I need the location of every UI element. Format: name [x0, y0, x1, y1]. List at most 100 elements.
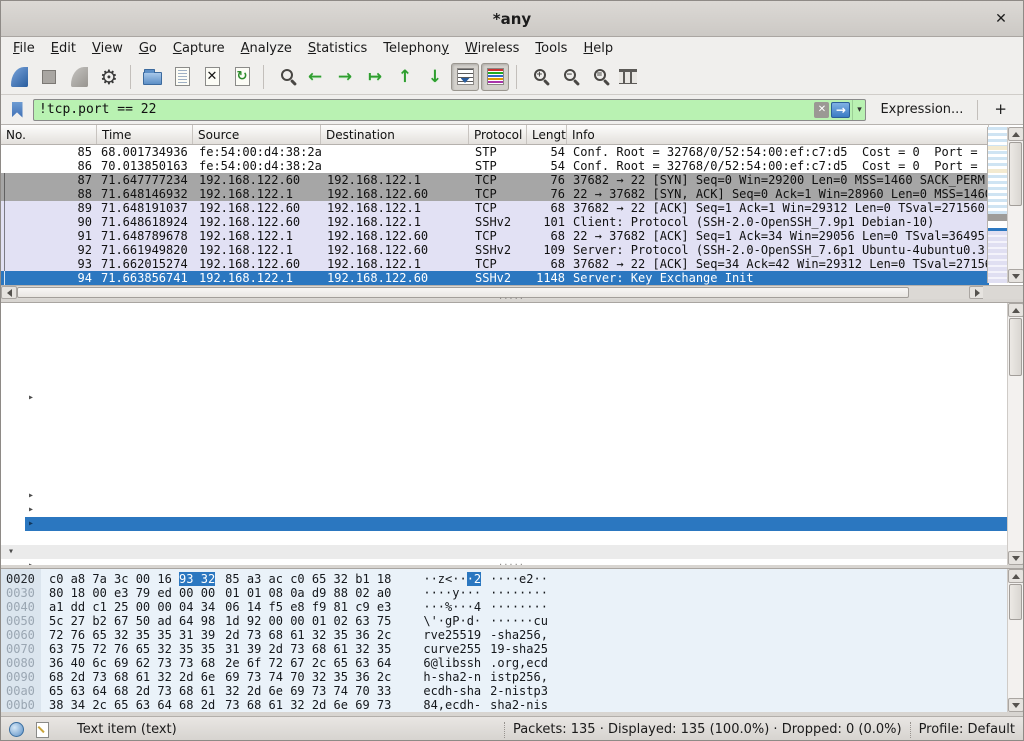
column-header[interactable]: Protocol [469, 125, 527, 144]
start-capture-icon[interactable] [5, 63, 33, 91]
hex-row[interactable]: 0090 68 2d 73 68 61 32 2d 6e 69 73 74 70… [1, 670, 1007, 684]
column-header[interactable]: Source [193, 125, 321, 144]
scrollbar-thumb[interactable] [1009, 142, 1022, 206]
packet-row[interactable]: 89 71.648191037 192.168.122.60 192.168.1… [1, 201, 989, 215]
clear-filter-icon[interactable]: ✕ [814, 102, 829, 118]
column-header[interactable]: Time [97, 125, 193, 144]
filter-history-dropdown-icon[interactable]: ▾ [852, 100, 865, 120]
toolbar-button[interactable] [130, 65, 131, 89]
column-header[interactable]: Length [527, 125, 567, 144]
toolbar-button[interactable] [263, 65, 264, 89]
detail-row[interactable]: Acknowledgment number: 34 (relative ack … [1, 363, 1007, 377]
pane-splitter[interactable] [1, 565, 1023, 568]
scrollbar-thumb[interactable] [1009, 584, 1022, 620]
scrollbar-thumb[interactable] [17, 287, 909, 298]
bookmark-icon[interactable] [7, 99, 27, 121]
menu-view[interactable]: View [84, 39, 131, 58]
packet-row[interactable]: 92 71.661949820 192.168.122.1 192.168.12… [1, 243, 989, 257]
menu-statistics[interactable]: Statistics [300, 39, 375, 58]
resize-columns-icon[interactable] [614, 63, 642, 91]
expander-icon[interactable]: ▸ [28, 503, 34, 517]
packet-list-vscrollbar[interactable] [1007, 127, 1023, 283]
expander-icon[interactable]: ▸ [28, 391, 34, 405]
scroll-up-icon[interactable] [1008, 127, 1024, 141]
detail-row[interactable]: [Stream index: 0] [1, 307, 1007, 321]
detail-row[interactable]: Urgent pointer: 0 [1, 475, 1007, 489]
save-file-icon[interactable] [168, 63, 196, 91]
close-file-icon[interactable]: ✕ [198, 63, 226, 91]
detail-row[interactable]: ▸ [Timestamps] [1, 517, 1007, 531]
column-header[interactable]: Destination [321, 125, 469, 144]
restart-capture-icon[interactable] [65, 63, 93, 91]
pane-splitter[interactable] [1, 299, 1023, 302]
bytes-vscrollbar[interactable] [1007, 569, 1023, 712]
expander-icon[interactable]: ▸ [28, 489, 34, 503]
packet-row[interactable]: 85 68.001734936 fe:54:00:d4:38:2a STP 54… [1, 145, 989, 159]
packet-list-hscrollbar[interactable] [1, 285, 985, 299]
display-filter-input[interactable]: !tcp.port == 22 ✕ → ▾ [33, 99, 866, 121]
capture-options-icon[interactable]: ⚙ [95, 63, 123, 91]
apply-filter-icon[interactable]: → [831, 102, 850, 118]
details-vscrollbar[interactable] [1007, 303, 1023, 565]
detail-row[interactable]: [Checksum Status: Unverified] [1, 461, 1007, 475]
detail-row[interactable]: [Next sequence number: 1122 (relative se… [1, 349, 1007, 363]
packet-row[interactable]: 87 71.647777234 192.168.122.60 192.168.1… [1, 173, 989, 187]
hex-row[interactable]: 0020 c0 a8 7a 3c 00 16 93 32 85 a3 ac c0… [1, 572, 1007, 586]
detail-row[interactable]: ▸ [SEQ/ACK analysis] [1, 503, 1007, 517]
hex-row[interactable]: 0080 36 40 6c 69 62 73 73 68 2e 6f 72 67… [1, 656, 1007, 670]
expert-info-icon[interactable] [9, 722, 24, 737]
detail-row[interactable]: ▸ Options: (12 bytes), No-Operation (NOP… [1, 489, 1007, 503]
menu-telephony[interactable]: Telephony [375, 39, 457, 58]
menu-wireless[interactable]: Wireless [457, 39, 527, 58]
scroll-up-icon[interactable] [1008, 303, 1023, 317]
detail-row[interactable]: [TCP Segment Len: 1080] [1, 321, 1007, 335]
expander-icon[interactable]: ▸ [28, 517, 34, 531]
scrollbar-thumb[interactable] [1009, 318, 1022, 376]
scroll-left-icon[interactable] [1, 286, 17, 299]
colorize-toggle-icon[interactable] [481, 63, 509, 91]
menu-edit[interactable]: Edit [43, 39, 84, 58]
packet-row[interactable]: 94 71.663856741 192.168.122.1 192.168.12… [1, 271, 989, 285]
close-icon[interactable]: ✕ [991, 9, 1011, 29]
open-file-icon[interactable] [138, 63, 166, 91]
add-filter-button[interactable]: + [984, 100, 1017, 120]
menu-go[interactable]: Go [131, 39, 165, 58]
detail-row[interactable]: ▾ SSH Protocol [1, 545, 1007, 559]
menu-analyze[interactable]: Analyze [233, 39, 300, 58]
detail-row[interactable]: Sequence number: 42 (relative sequence n… [1, 335, 1007, 349]
menu-tools[interactable]: Tools [527, 39, 575, 58]
hex-row[interactable]: 0050 5c 27 b2 67 50 ad 64 98 1d 92 00 00… [1, 614, 1007, 628]
packet-row[interactable]: 90 71.648618924 192.168.122.60 192.168.1… [1, 215, 989, 229]
autoscroll-toggle-icon[interactable] [451, 63, 479, 91]
hex-row[interactable]: 0070 63 75 72 76 65 32 35 35 31 39 2d 73… [1, 642, 1007, 656]
packet-row[interactable]: 88 71.648146932 192.168.122.1 192.168.12… [1, 187, 989, 201]
intelligent-scrollbar[interactable] [987, 127, 1007, 283]
scroll-down-icon[interactable] [1008, 698, 1023, 712]
hex-row[interactable]: 0060 72 76 65 32 35 35 31 39 2d 73 68 61… [1, 628, 1007, 642]
zoom-in-icon[interactable]: + [524, 63, 552, 91]
packet-row[interactable]: 91 71.648789678 192.168.122.1 192.168.12… [1, 229, 989, 243]
go-to-packet-icon[interactable]: ↦ [361, 63, 389, 91]
scroll-down-icon[interactable] [1008, 551, 1023, 565]
detail-row[interactable]: [Window size scaling factor: 128] [1, 433, 1007, 447]
menu-file[interactable]: File [5, 39, 43, 58]
packet-row[interactable]: 86 70.013850163 fe:54:00:d4:38:2a STP 54… [1, 159, 989, 173]
reload-file-icon[interactable]: ↻ [228, 63, 256, 91]
hex-row[interactable]: 0040 a1 dd c1 25 00 00 04 34 06 14 f5 e8… [1, 600, 1007, 614]
zoom-100-icon[interactable]: = [584, 63, 612, 91]
scroll-up-icon[interactable] [1008, 569, 1023, 583]
go-back-icon[interactable]: ← [301, 63, 329, 91]
column-header[interactable]: No. [1, 125, 97, 144]
profile-label[interactable]: Profile: Default [919, 722, 1015, 737]
hex-row[interactable]: 00b0 38 34 2c 65 63 64 68 2d 73 68 61 32… [1, 698, 1007, 712]
find-packet-icon[interactable] [271, 63, 299, 91]
detail-row[interactable]: 1000 .... = Header Length: 32 bytes (8) [1, 377, 1007, 391]
hex-row[interactable]: 00a0 65 63 64 68 2d 73 68 61 32 2d 6e 69… [1, 684, 1007, 698]
menu-capture[interactable]: Capture [165, 39, 233, 58]
toolbar-button[interactable] [516, 65, 517, 89]
go-forward-icon[interactable]: → [331, 63, 359, 91]
go-to-bottom-icon[interactable]: ↓ [421, 63, 449, 91]
zoom-out-icon[interactable]: − [554, 63, 582, 91]
go-to-top-icon[interactable]: ↑ [391, 63, 419, 91]
menu-help[interactable]: Help [575, 39, 621, 58]
